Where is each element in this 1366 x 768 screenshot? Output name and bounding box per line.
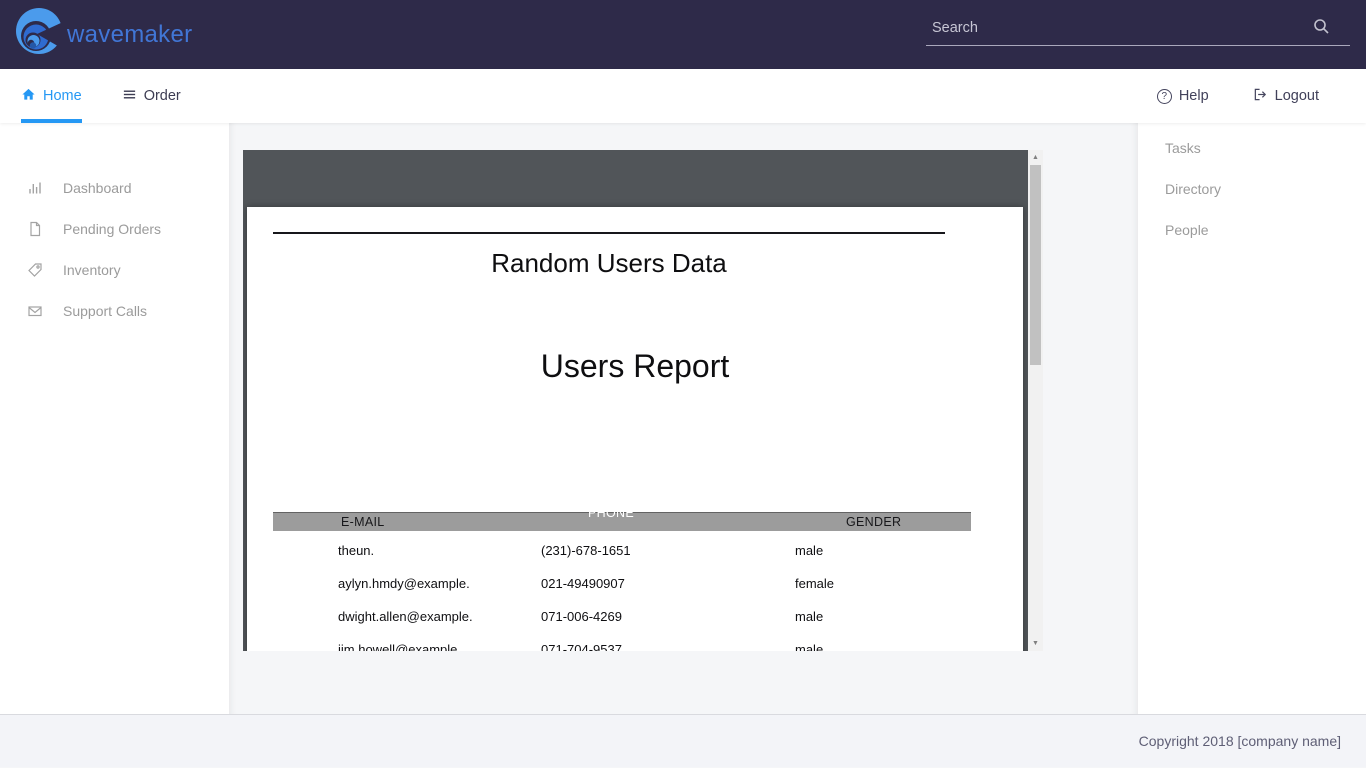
sidebar-item-label: Tasks: [1165, 140, 1201, 156]
list-icon: [122, 87, 137, 106]
tab-order-label: Order: [144, 88, 181, 104]
cell-email: dwight.allen@example.: [338, 609, 473, 624]
cell-phone: (231)-678-1651: [541, 543, 631, 558]
sidebar-item-label: Directory: [1165, 181, 1221, 197]
sidebar-item-people[interactable]: People: [1138, 209, 1366, 250]
column-header-phone: PHONE: [588, 506, 634, 520]
pdf-viewer-background: Random Users Data Users Report E-MAIL PH…: [243, 150, 1028, 651]
cell-gender: male: [795, 609, 823, 624]
viewer-scrollbar[interactable]: ▲ ▼: [1028, 150, 1043, 651]
tab-order[interactable]: Order: [122, 69, 181, 123]
sidebar-item-tasks[interactable]: Tasks: [1138, 127, 1366, 168]
search-input[interactable]: [926, 13, 1350, 46]
nav-actions: ? Help Logout: [1157, 69, 1366, 123]
bar-chart-icon: [27, 180, 43, 196]
content-area: Dashboard Pending Orders Inventory: [0, 123, 1366, 714]
cell-phone: 021-49490907: [541, 576, 625, 591]
brand[interactable]: wavemaker: [0, 7, 192, 62]
cell-email: theun.: [338, 543, 374, 558]
topbar: wavemaker: [0, 0, 1366, 69]
table-row: dwight.allen@example. 071-006-4269 male: [273, 601, 971, 634]
sidebar-item-label: Dashboard: [63, 180, 132, 196]
sidebar-item-label: People: [1165, 222, 1209, 238]
logout-label: Logout: [1275, 88, 1319, 104]
sidebar-item-label: Pending Orders: [63, 221, 161, 237]
table-header: E-MAIL PHONE GENDER: [273, 512, 971, 531]
cell-phone: 071-006-4269: [541, 609, 622, 624]
footer: Copyright 2018 [company name]: [0, 714, 1366, 767]
search-container: [926, 13, 1350, 46]
cell-gender: female: [795, 576, 834, 591]
tab-home[interactable]: Home: [21, 69, 82, 123]
logout-icon: [1253, 87, 1268, 106]
sidebar-item-directory[interactable]: Directory: [1138, 168, 1366, 209]
scroll-down-button[interactable]: ▼: [1028, 636, 1043, 651]
home-icon: [21, 87, 36, 106]
wavemaker-logo-icon: [13, 7, 63, 62]
sidebar-item-label: Inventory: [63, 262, 121, 278]
sidebar-item-label: Support Calls: [63, 303, 147, 319]
cell-phone: 071-704-9537: [541, 642, 622, 651]
scrollbar-thumb[interactable]: [1030, 165, 1041, 365]
scroll-up-button[interactable]: ▲: [1028, 150, 1043, 165]
left-sidebar: Dashboard Pending Orders Inventory: [0, 123, 229, 714]
logout-button[interactable]: Logout: [1253, 87, 1319, 106]
table-row: jim.howell@example. 071-704-9537 male: [273, 634, 971, 651]
page-divider: [273, 232, 945, 234]
main-panel: Random Users Data Users Report E-MAIL PH…: [229, 123, 1138, 714]
tab-home-label: Home: [43, 88, 82, 104]
navbar: Home Order ? Help: [0, 69, 1366, 123]
document-icon: [27, 221, 43, 237]
sidebar-item-support-calls[interactable]: Support Calls: [0, 290, 229, 331]
brand-name: wavemaker: [67, 21, 192, 49]
column-header-email: E-MAIL: [341, 515, 384, 529]
pdf-page: Random Users Data Users Report E-MAIL PH…: [247, 207, 1023, 651]
table-row: aylyn.hmdy@example. 021-49490907 female: [273, 568, 971, 601]
document-subtitle: Users Report: [247, 348, 1023, 385]
help-button[interactable]: ? Help: [1157, 88, 1209, 104]
document-title: Random Users Data: [273, 248, 945, 279]
sidebar-item-dashboard[interactable]: Dashboard: [0, 167, 229, 208]
table-body: theun. (231)-678-1651 male aylyn.hmdy@ex…: [273, 535, 971, 651]
nav-tabs: Home Order: [0, 69, 221, 123]
cell-gender: male: [795, 543, 823, 558]
search-icon[interactable]: [1313, 18, 1330, 40]
cell-email: jim.howell@example.: [338, 642, 461, 651]
cell-gender: male: [795, 642, 823, 651]
cell-email: aylyn.hmdy@example.: [338, 576, 470, 591]
tag-icon: [27, 262, 43, 278]
sidebar-item-pending-orders[interactable]: Pending Orders: [0, 208, 229, 249]
copyright-text: Copyright 2018 [company name]: [1139, 733, 1341, 749]
pdf-viewer: Random Users Data Users Report E-MAIL PH…: [243, 150, 1043, 651]
envelope-icon: [27, 303, 43, 319]
right-sidebar: Tasks Directory People: [1138, 123, 1366, 714]
table-row: theun. (231)-678-1651 male: [273, 535, 971, 568]
sidebar-item-inventory[interactable]: Inventory: [0, 249, 229, 290]
column-header-gender: GENDER: [846, 515, 901, 529]
help-label: Help: [1179, 88, 1209, 104]
help-icon: ?: [1157, 89, 1172, 104]
